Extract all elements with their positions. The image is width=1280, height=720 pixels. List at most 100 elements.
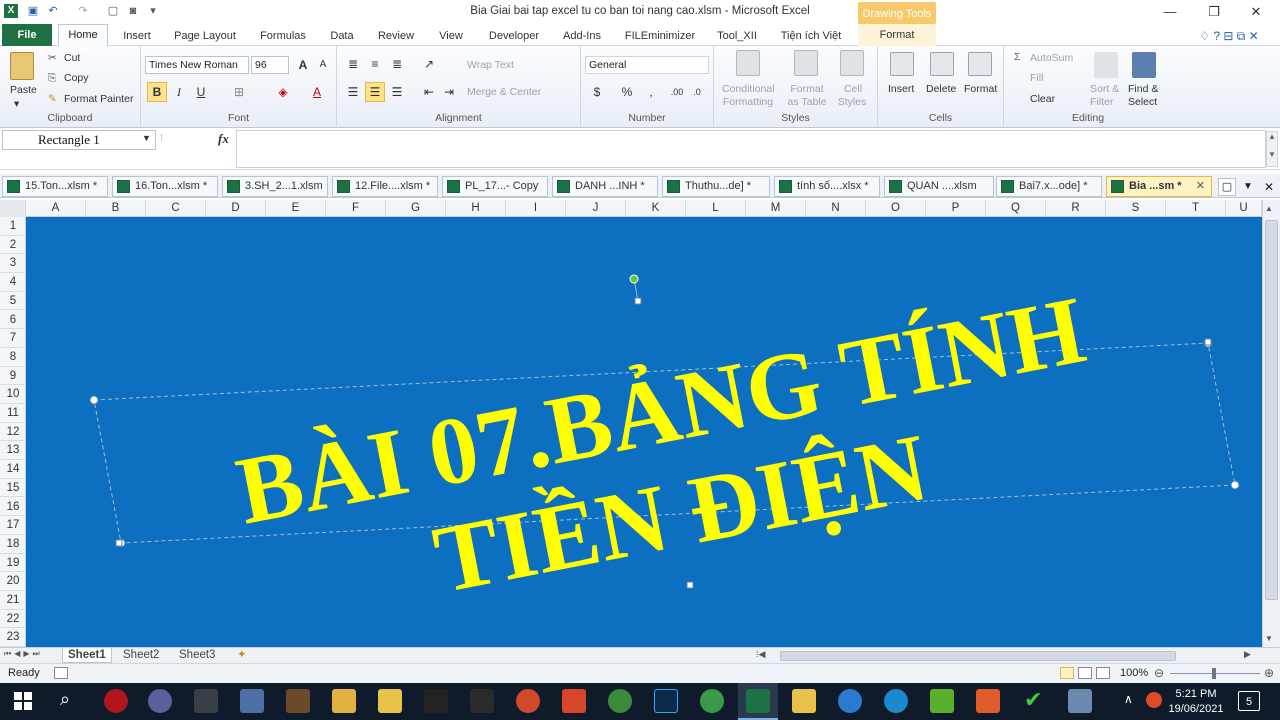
workbook-tab[interactable]: 15.Ton...xlsm * (2, 176, 108, 197)
format-button[interactable]: Format (964, 83, 997, 95)
column-header-cell[interactable]: E (266, 200, 326, 217)
column-header-cell[interactable]: N (806, 200, 866, 217)
photoshop-icon[interactable] (654, 689, 678, 713)
resize-handle[interactable] (686, 581, 694, 589)
shrink-font-icon[interactable]: A (313, 55, 333, 75)
tray-app-icon[interactable] (1146, 692, 1162, 708)
row-header-cell[interactable]: 23 (0, 628, 26, 648)
fill-color-icon[interactable]: ◈ (273, 82, 293, 102)
chrome-alt-icon[interactable] (516, 689, 540, 713)
sheet-tab[interactable]: Sheet3 (174, 648, 220, 663)
autosum-icon[interactable]: Σ (1014, 51, 1021, 63)
column-header-cell[interactable]: H (446, 200, 506, 217)
app-traffic-icon[interactable] (286, 689, 310, 713)
tab-review[interactable]: Review (374, 27, 418, 46)
sort-filter-line1[interactable]: Sort & (1090, 83, 1119, 95)
zoom-out-icon[interactable]: ⊖ (1154, 666, 1164, 680)
row-header-cell[interactable]: 3 (0, 254, 26, 274)
fill-button[interactable]: Fill (1030, 72, 1043, 84)
macro-record-icon[interactable] (54, 667, 68, 679)
tab-developer[interactable]: Developer (484, 27, 544, 46)
delete-cells-icon[interactable] (930, 52, 954, 76)
formula-bar-splitter[interactable]: ⁝ (160, 133, 170, 145)
clear-button[interactable]: Clear (1030, 93, 1055, 105)
bold-button[interactable]: B (147, 82, 167, 102)
name-box[interactable]: Rectangle 1 (2, 130, 156, 150)
tray-expand-icon[interactable]: ∧ (1124, 692, 1133, 706)
cell-styles-line1[interactable]: Cell (838, 83, 868, 95)
tab-add-ins[interactable]: Add-Ins (558, 27, 606, 46)
checkmark-icon[interactable]: ✔ (1024, 687, 1042, 713)
workbook-tab-active[interactable]: Bia ...sm * ✕ (1106, 176, 1212, 197)
resize-handle[interactable] (1204, 338, 1212, 346)
format-painter-icon[interactable]: ✎ (48, 93, 57, 105)
copy-icon[interactable]: ⎘ (48, 72, 56, 85)
tab-format[interactable]: Format (858, 24, 936, 46)
tab-tien-ich-viet[interactable]: Tiện ích Việt (776, 27, 846, 46)
app-monitor-icon[interactable] (194, 689, 218, 713)
merge-center-button[interactable]: Merge & Center (467, 86, 541, 98)
row-header-cell[interactable]: 22 (0, 610, 26, 629)
borders-icon[interactable]: ⊞ (229, 82, 249, 102)
insert-cells-icon[interactable] (890, 52, 914, 76)
wrap-text-button[interactable]: Wrap Text (467, 59, 514, 71)
column-header-cell[interactable]: B (86, 200, 146, 217)
align-top-icon[interactable]: ≣ (343, 54, 363, 74)
sheet-nav-icons[interactable]: ⏮◀▶⏭ (4, 649, 43, 659)
row-header-cell[interactable]: 11 (0, 404, 26, 423)
sort-filter-icon[interactable] (1094, 52, 1118, 78)
column-header-cell[interactable]: K (626, 200, 686, 217)
row-header-cell[interactable]: 17 (0, 516, 26, 535)
select-all-button[interactable] (0, 200, 26, 217)
tab-fileminimizer[interactable]: FILEminimizer (622, 27, 698, 46)
row-header-cell[interactable]: 13 (0, 441, 26, 461)
autosum-button[interactable]: AutoSum (1030, 52, 1073, 64)
row-header-cell[interactable]: 10 (0, 385, 26, 404)
row-header-cell[interactable]: 7 (0, 329, 26, 348)
column-header-cell[interactable]: S (1106, 200, 1166, 217)
app-paint-icon[interactable] (332, 689, 356, 713)
row-header-cell[interactable]: 12 (0, 423, 26, 442)
grow-font-icon[interactable]: A (293, 55, 313, 75)
cell-styles-icon[interactable] (840, 50, 864, 76)
tab-insert[interactable]: Insert (122, 27, 152, 46)
workbook-tab[interactable]: PL_17...- Copy (442, 176, 548, 197)
decrease-indent-icon[interactable]: ⇤ (419, 82, 439, 102)
align-right-icon[interactable]: ☰ (387, 82, 407, 102)
align-bottom-icon[interactable]: ≣ (387, 54, 407, 74)
tab-data[interactable]: Data (326, 27, 358, 46)
row-header-cell[interactable]: 18 (0, 535, 26, 554)
notifications-icon[interactable]: 5 (1238, 691, 1260, 711)
zoom-level[interactable]: 100% (1120, 667, 1148, 679)
expand-formula-bar-icon[interactable]: ▲ ▼ (1266, 131, 1278, 167)
cut-button[interactable]: Cut (64, 52, 80, 64)
workbook-tab[interactable]: DANH ...INH * (552, 176, 658, 197)
scroll-up-icon[interactable]: ▲ (1265, 204, 1273, 213)
clock-date[interactable]: 19/06/2021 (1166, 703, 1226, 715)
tab-home[interactable]: Home (58, 24, 108, 47)
normal-view-icon[interactable] (1060, 667, 1074, 679)
sheet-tab[interactable]: Sheet2 (118, 648, 164, 663)
align-center-icon[interactable]: ☰ (365, 82, 385, 102)
resize-handle[interactable] (634, 297, 642, 305)
excel-taskbar-icon[interactable] (746, 689, 770, 713)
workbook-tab[interactable]: Bai7.x...ode] * (996, 176, 1102, 197)
column-header-cell[interactable]: L (686, 200, 746, 217)
increase-indent-icon[interactable]: ⇥ (439, 82, 459, 102)
font-size-select[interactable]: 96 (251, 56, 289, 74)
format-painter-button[interactable]: Format Painter (64, 93, 133, 105)
comma-button[interactable]: , (641, 82, 661, 102)
cell-styles-line2[interactable]: Styles (834, 96, 870, 108)
app-green-icon[interactable] (700, 689, 724, 713)
tab-view[interactable]: View (434, 27, 468, 46)
workbook-tab[interactable]: 16.Ton...xlsm * (112, 176, 218, 197)
scroll-down-icon[interactable]: ▼ (1265, 634, 1273, 643)
format-cells-icon[interactable] (968, 52, 992, 76)
app-obs-icon[interactable] (148, 689, 172, 713)
column-header-cell[interactable]: J (566, 200, 626, 217)
folder-icon[interactable] (792, 689, 816, 713)
scroll-right-icon[interactable]: ▶ (1244, 649, 1251, 660)
tab-list-dropdown-icon[interactable]: ▼ (1240, 178, 1256, 196)
tab-tool-xii[interactable]: Tool_XII (712, 27, 762, 46)
page-layout-view-icon[interactable] (1078, 667, 1092, 679)
